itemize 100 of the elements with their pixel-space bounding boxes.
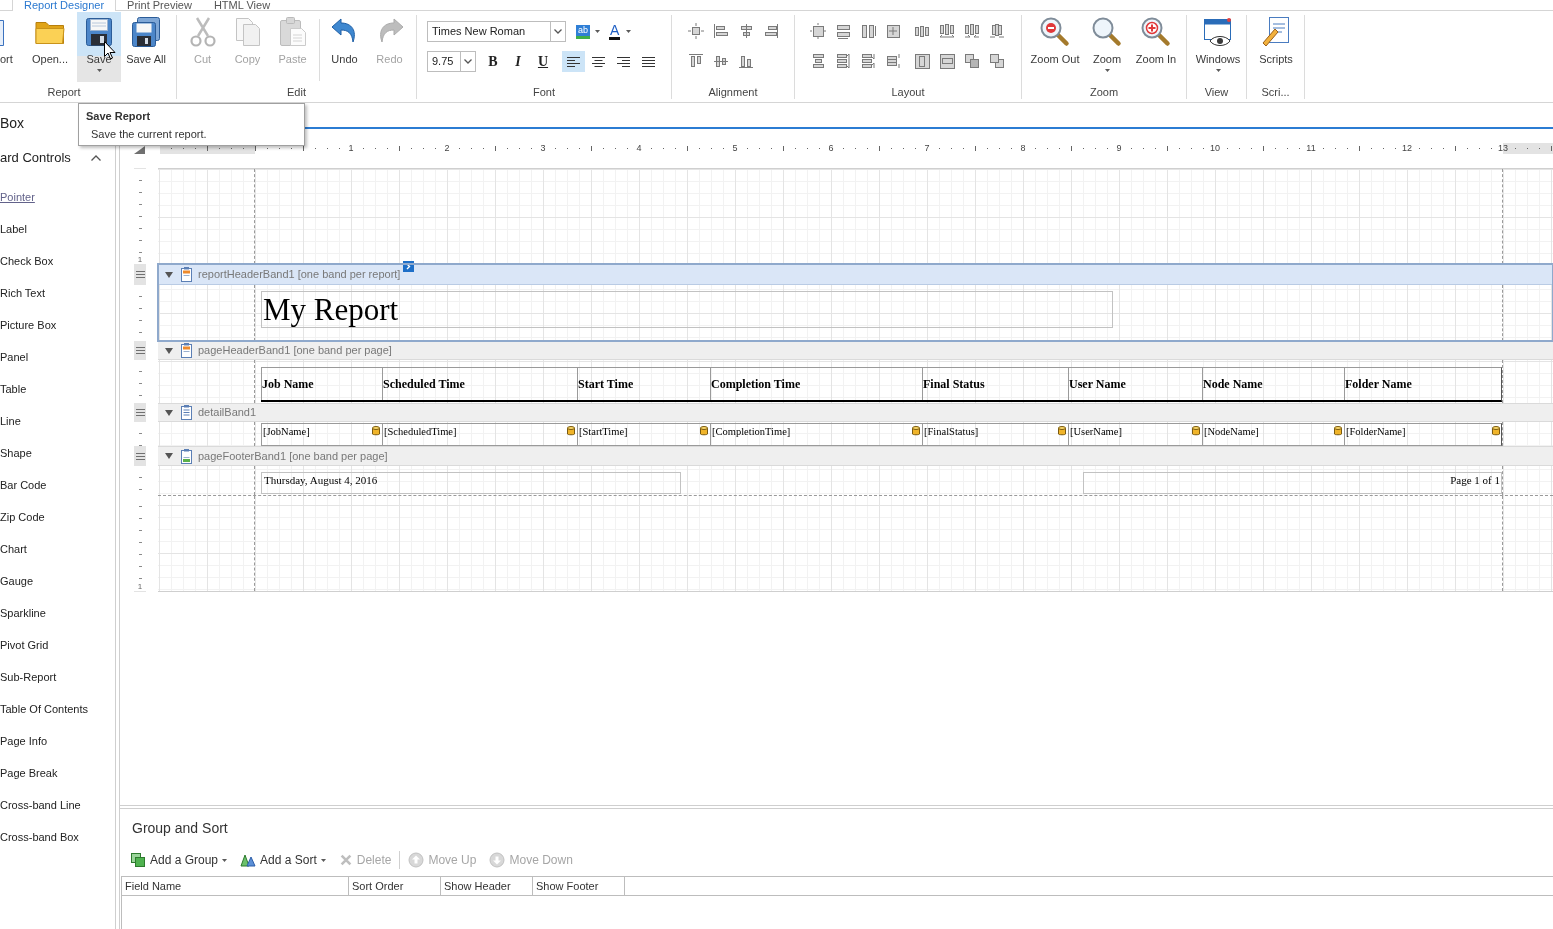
align-left-button[interactable] (562, 51, 585, 72)
caret-icon (1215, 69, 1221, 72)
spaced-columns-icon[interactable] (913, 23, 930, 39)
joined-columns-icon[interactable] (988, 23, 1005, 39)
toolbox-item[interactable]: Label (0, 213, 27, 245)
equal-width-bars-icon[interactable] (834, 23, 851, 39)
toolbox-item[interactable]: Table Of Contents (0, 693, 89, 725)
collapse-arrow-icon[interactable] (165, 409, 173, 416)
caret-icon (96, 69, 102, 72)
save-all-button[interactable]: Save All (123, 12, 169, 82)
equal-height-bars-icon[interactable] (859, 23, 876, 39)
narrow-rows-icon[interactable] (859, 53, 876, 69)
underline-button[interactable]: U (532, 51, 554, 72)
band-title: pageHeaderBand1 [one band per page] (198, 343, 392, 359)
windows-button[interactable]: Windows (1191, 12, 1245, 82)
toolbox-item[interactable]: Table (0, 373, 27, 405)
grip-icon[interactable] (135, 409, 145, 416)
plus-square-icon[interactable] (884, 23, 901, 39)
toolbox-item[interactable]: Cross-band Line (0, 789, 81, 821)
toolbox-item[interactable]: Check Box (0, 245, 54, 277)
top-aligned-bars-icon[interactable] (687, 53, 704, 69)
front-square-icon[interactable] (963, 53, 980, 69)
toolbox-item[interactable]: Zip Code (0, 501, 45, 533)
toolbox-item[interactable]: Bar Code (0, 469, 47, 501)
narrow-columns-icon[interactable] (963, 23, 980, 39)
toolbox-item[interactable]: Shape (0, 437, 32, 469)
framed-row-icon[interactable] (938, 53, 955, 69)
database-field-icon (372, 426, 380, 436)
import-button[interactable]: ort (0, 12, 22, 82)
font-color-button[interactable]: A (609, 21, 632, 42)
toolbox-item[interactable]: Rich Text (0, 277, 46, 309)
save-button[interactable]: Save (77, 12, 121, 82)
toolbox-item[interactable]: Page Break (0, 757, 58, 789)
right-aligned-bars-icon[interactable] (762, 23, 779, 39)
floppy-disks-icon (130, 16, 162, 48)
grid-crosshair-icon[interactable] (687, 23, 704, 39)
toolbox-item[interactable]: Line (0, 405, 21, 437)
tab[interactable]: HTML View (202, 0, 282, 10)
framed-column-icon[interactable] (913, 53, 930, 69)
open-button[interactable]: Open... (27, 12, 73, 82)
column-header-cell: Node Name (1202, 368, 1344, 400)
crosshair-square-icon[interactable] (809, 23, 826, 39)
grip-icon[interactable] (135, 452, 145, 460)
column-header[interactable]: Field Name (122, 877, 349, 895)
toolbox-item[interactable]: Chart (0, 533, 27, 565)
caret-icon (320, 858, 326, 862)
toolbox-item[interactable]: Page Info (0, 725, 48, 757)
column-header[interactable]: Show Header (441, 877, 533, 895)
justify-icon (642, 56, 655, 67)
toolbox-item[interactable]: Cross-band Box (0, 821, 79, 853)
zoom-button[interactable]: Zoom (1085, 12, 1129, 82)
grip-icon[interactable] (135, 347, 145, 354)
collapse-arrow-icon[interactable] (165, 347, 173, 354)
font-size-combo[interactable]: 9.75 (427, 51, 476, 72)
scripts-button[interactable]: Scripts (1251, 12, 1301, 82)
column-header[interactable]: Sort Order (349, 877, 441, 895)
highlight-color-button[interactable]: ab (576, 21, 600, 42)
grip-icon[interactable] (135, 271, 145, 278)
toolbox-item[interactable]: Pivot Grid (0, 629, 49, 661)
zoom-in-button[interactable]: Zoom In (1131, 12, 1181, 82)
column-header[interactable]: Show Footer (533, 877, 625, 895)
collapse-arrow-icon[interactable] (165, 271, 173, 278)
spread-columns-icon[interactable] (938, 23, 955, 39)
toolbox-item[interactable]: Gauge (0, 565, 34, 597)
middle-aligned-bars-icon[interactable] (712, 53, 729, 69)
bottom-aligned-bars-icon[interactable] (737, 53, 754, 69)
spread-rows-icon[interactable] (834, 53, 851, 69)
italic-button[interactable]: I (507, 51, 529, 72)
field-text: [FolderName] (1345, 425, 1406, 439)
group-label: Report (47, 85, 81, 100)
date-field: Thursday, August 4, 2016 (261, 472, 681, 494)
undo-button[interactable]: Undo (322, 12, 367, 82)
ruler-label: 2 (444, 143, 450, 154)
caret-icon (222, 858, 228, 862)
caret-icon (1104, 69, 1110, 72)
band-icon (181, 405, 192, 420)
tab[interactable]: Print Preview (116, 0, 203, 10)
left-aligned-bars-icon[interactable] (712, 23, 729, 39)
add-group-button[interactable]: Add a Group (130, 850, 228, 870)
zoom-out-button[interactable]: Zoom Out (1027, 12, 1083, 82)
band-icon (181, 448, 192, 464)
toolbox-item[interactable]: Sub-Report (0, 661, 57, 693)
tooltip-text: Save the current report. (91, 127, 207, 141)
database-field-icon (700, 426, 708, 436)
toolbox-item[interactable]: Panel (0, 341, 29, 373)
triangles-icon (240, 852, 257, 868)
font-name-combo[interactable]: Times New Roman (427, 21, 566, 42)
band-title: reportHeaderBand1 [one band per report] (198, 267, 401, 283)
bold-button[interactable]: B (482, 51, 504, 72)
toolbox-item[interactable]: Pointer (0, 181, 35, 213)
smart-tag-icon[interactable] (403, 261, 415, 272)
toolbox-item[interactable]: Sparkline (0, 597, 46, 629)
back-square-icon[interactable] (988, 53, 1005, 69)
group-label: Font (533, 85, 555, 100)
joined-rows-icon[interactable] (884, 53, 901, 69)
add-sort-button[interactable]: Add a Sort (240, 850, 326, 870)
up-arrow-circle-icon (408, 852, 425, 868)
collapse-arrow-icon[interactable] (165, 453, 173, 459)
toolbox-item[interactable]: Picture Box (0, 309, 57, 341)
band-icon (181, 343, 192, 358)
